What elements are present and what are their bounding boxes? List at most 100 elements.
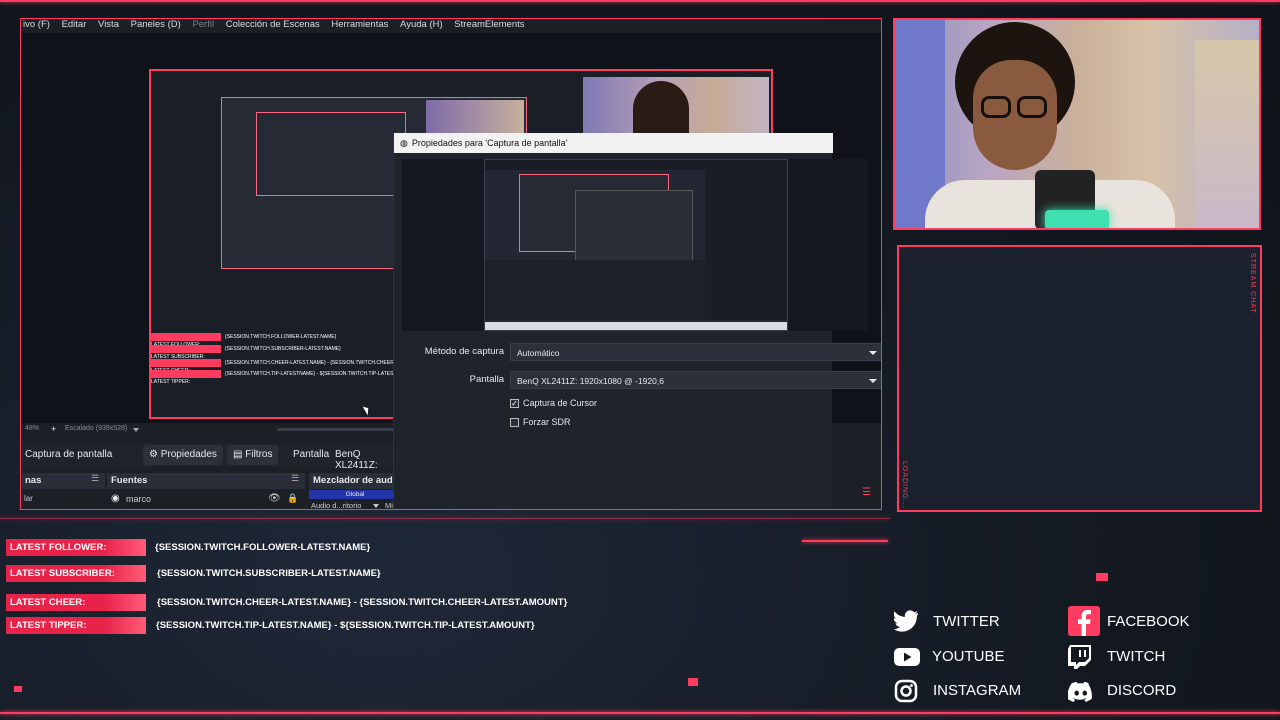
preview-dialog <box>575 190 693 262</box>
display-field-label: Pantalla <box>469 374 504 385</box>
menu-streamelements[interactable]: StreamElements <box>454 19 524 31</box>
chevron-down-icon <box>869 379 877 383</box>
webcam-feed <box>893 18 1261 230</box>
chevron-down-icon[interactable] <box>133 428 139 432</box>
source-name-label: Captura de pantalla <box>25 449 113 460</box>
accent-dot <box>14 686 22 692</box>
youtube-link[interactable]: YOUTUBE <box>932 648 1005 665</box>
nested-alert-value-3: {SESSION.TWITCH.CHEER-LATEST.NAME} - {SE… <box>225 360 415 366</box>
latest-cheer-label: LATEST CHEER: <box>6 594 146 611</box>
filters-button[interactable]: ▤ Filtros <box>227 445 279 465</box>
top-frame-line <box>0 0 1280 2</box>
instagram-icon <box>894 679 918 703</box>
menu-tools[interactable]: Herramientas <box>331 19 388 31</box>
latest-subscriber-value: {SESSION.TWITCH.SUBSCRIBER-LATEST.NAME} <box>157 568 381 579</box>
obs-logo-icon: ◍ <box>400 138 408 148</box>
latest-follower-value: {SESSION.TWITCH.FOLLOWER-LATEST.NAME} <box>155 542 371 553</box>
dialog-titlebar[interactable]: ◍ Propiedades para 'Captura de pantalla' <box>394 133 833 153</box>
scale-label[interactable]: Escalado (939x528) <box>65 425 127 432</box>
source-item[interactable]: marco <box>126 494 151 504</box>
preview-side-panel <box>705 170 787 320</box>
nested-alert-value-2: {SESSION.TWITCH.SUBSCRIBER-LATEST.NAME} <box>225 346 341 352</box>
dock-menu-icon[interactable]: ☰ <box>91 473 99 484</box>
glasses-right <box>1017 96 1047 118</box>
facebook-link[interactable]: FACEBOOK <box>1107 613 1190 630</box>
zoom-level: 48% <box>25 425 40 432</box>
properties-button[interactable]: ⚙ Propiedades <box>143 445 223 465</box>
facebook-icon <box>1068 606 1100 636</box>
mixer-global-tab[interactable]: Global <box>309 490 401 499</box>
nested-alert-label-1: LATEST FOLLOWER: <box>151 333 221 348</box>
latest-subscriber-label: LATEST SUBSCRIBER: <box>6 565 146 582</box>
mic-light <box>1045 210 1109 228</box>
menu-profile[interactable]: Perfil <box>192 19 214 31</box>
youtube-icon <box>894 646 920 668</box>
menu-help[interactable]: Ayuda (H) <box>400 19 443 31</box>
bottom-frame-line <box>0 712 1280 714</box>
menu-view[interactable]: Vista <box>98 19 119 31</box>
dialog-title: Propiedades para 'Captura de pantalla' <box>411 138 568 148</box>
globe-icon: ◉ <box>111 493 120 504</box>
lock-icon[interactable]: 🔒 <box>287 493 298 504</box>
capture-cursor-checkbox[interactable]: ✓ <box>510 399 519 408</box>
gear-icon: ⚙ <box>149 449 158 460</box>
eye-icon[interactable]: 👁 <box>268 493 281 504</box>
accent-dash <box>802 540 888 542</box>
chat-side-title: STREAM CHAT <box>1249 253 1256 314</box>
force-sdr-checkbox[interactable] <box>510 418 519 427</box>
accent-dot <box>688 678 698 686</box>
capture-method-label: Método de captura <box>424 346 504 357</box>
menu-bar: ivo (F) Editar Vista Paneles (D) Perfil … <box>21 19 881 32</box>
accent-dot <box>1096 573 1108 581</box>
nested-alert-label-2: LATEST SUBSCRIBER: <box>151 345 221 360</box>
docks-area: nas ☰ lar Fuentes ☰ ◉ marco 👁 🔒 Mezclado… <box>21 471 401 509</box>
twitch-link[interactable]: TWITCH <box>1107 648 1165 665</box>
twitter-link[interactable]: TWITTER <box>933 613 1000 630</box>
display-select[interactable]: BenQ XL2411Z: 1920x1080 @ -1920,6 <box>510 371 881 389</box>
menu-scene-collection[interactable]: Colección de Escenas <box>226 19 320 31</box>
dialog-menu-icon[interactable]: ☰ <box>862 487 871 498</box>
display-label: Pantalla <box>293 449 330 460</box>
preview-menubar <box>485 160 787 170</box>
add-icon[interactable]: + <box>51 424 56 434</box>
capture-method-select[interactable]: Automático <box>510 343 881 361</box>
nested-alert-value-4: {SESSION.TWITCH.TIP-LATESTNAME} - ${SESS… <box>225 371 397 377</box>
latest-tipper-value: {SESSION.TWITCH.TIP-LATEST.NAME} - ${SES… <box>156 620 535 631</box>
dialog-preview-image <box>484 159 788 331</box>
nested-alert-label-4: LATEST TIPPER: <box>151 370 221 385</box>
chat-loading-label: LOADING... <box>901 461 908 509</box>
instagram-link[interactable]: INSTAGRAM <box>933 682 1021 699</box>
divider-line <box>0 518 890 519</box>
latest-follower-label: LATEST FOLLOWER: <box>6 539 146 556</box>
nested-docks <box>151 277 391 321</box>
latest-cheer-value: {SESSION.TWITCH.CHEER-LATEST.NAME} - {SE… <box>157 597 568 608</box>
chevron-down-icon <box>869 351 877 355</box>
twitch-icon <box>1068 645 1092 669</box>
nested-alert-label-3: LATEST CHEER: <box>151 359 221 374</box>
properties-dialog: ◍ Propiedades para 'Captura de pantalla' … <box>393 133 881 509</box>
scene-item[interactable]: lar <box>24 494 33 503</box>
menu-edit[interactable]: Editar <box>62 19 87 31</box>
properties-bar: Captura de pantalla ⚙ Propiedades ▤ Filt… <box>21 443 401 471</box>
force-sdr-label: Forzar SDR <box>523 417 571 427</box>
menu-file[interactable]: ivo (F) <box>23 19 50 31</box>
preview-docks <box>485 260 705 320</box>
obs-window: ivo (F) Editar Vista Paneles (D) Perfil … <box>20 18 882 510</box>
menu-docks[interactable]: Paneles (D) <box>131 19 181 31</box>
nested-alert-value-1: {SESSION.TWITCH.FOLLOWER-LATEST.NAME} <box>225 334 337 340</box>
nested-preview-inner <box>256 112 406 196</box>
preview-taskbar <box>485 322 787 330</box>
mixer-dock-header: Mezclador de audi <box>309 473 401 489</box>
discord-link[interactable]: DISCORD <box>1107 682 1176 699</box>
discord-icon <box>1067 680 1094 702</box>
twitter-icon <box>893 610 920 632</box>
horizontal-scrollbar[interactable] <box>277 428 397 431</box>
latest-tipper-label: LATEST TIPPER: <box>6 617 146 634</box>
filter-icon: ▤ <box>233 449 243 460</box>
webcam-shelf <box>1195 40 1259 228</box>
chevron-down-icon[interactable] <box>373 504 379 508</box>
capture-cursor-label: Captura de Cursor <box>523 398 598 408</box>
dock-menu-icon[interactable]: ☰ <box>291 473 299 484</box>
display-value[interactable]: BenQ XL2411Z: <box>335 449 401 471</box>
mixer-item[interactable]: Audio d...ritorio <box>311 501 361 509</box>
